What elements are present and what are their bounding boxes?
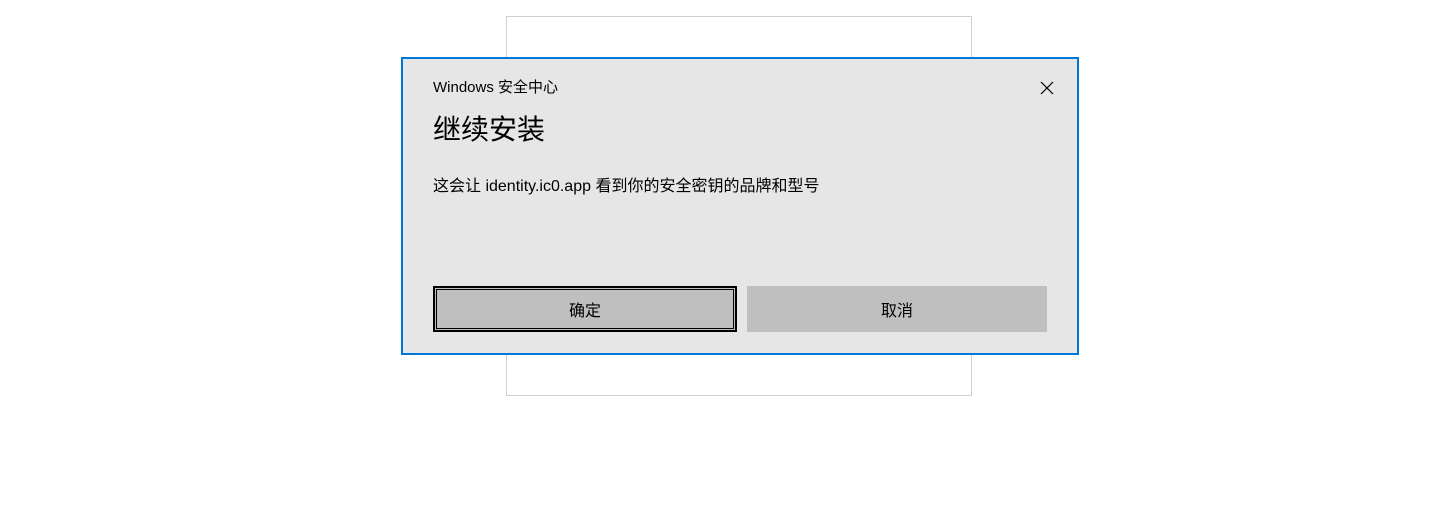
close-button[interactable] bbox=[1035, 76, 1059, 100]
dialog-footer: 确定 取消 bbox=[433, 286, 1047, 332]
security-dialog: Windows 安全中心 继续安装 这会让 identity.ic0.app 看… bbox=[401, 57, 1079, 355]
dialog-headline: 继续安装 bbox=[403, 100, 1077, 148]
cancel-button-label: 取消 bbox=[881, 297, 913, 321]
dialog-title-small: Windows 安全中心 bbox=[433, 76, 558, 97]
cancel-button[interactable]: 取消 bbox=[747, 286, 1047, 332]
dialog-header: Windows 安全中心 bbox=[403, 59, 1077, 100]
dialog-body-text: 这会让 identity.ic0.app 看到你的安全密钥的品牌和型号 bbox=[403, 148, 1077, 198]
ok-button-label: 确定 bbox=[569, 297, 601, 321]
close-icon bbox=[1040, 81, 1054, 95]
ok-button[interactable]: 确定 bbox=[433, 286, 737, 332]
